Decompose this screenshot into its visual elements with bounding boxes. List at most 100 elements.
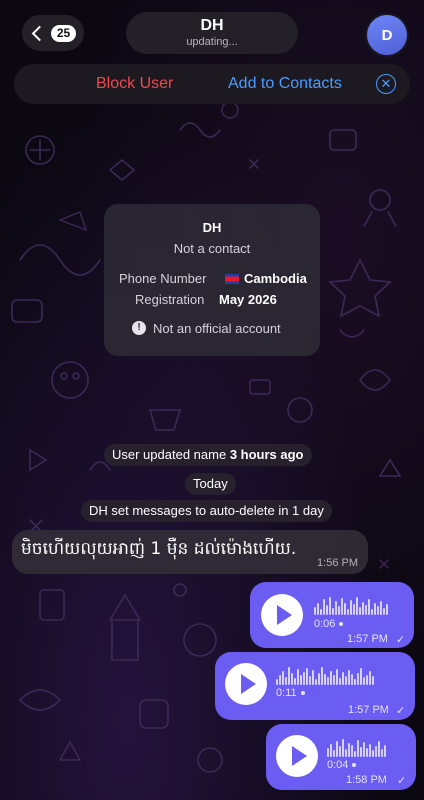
- waveform-bar: [315, 679, 317, 685]
- waveform-bar: [341, 598, 343, 615]
- waveform-bar: [369, 744, 371, 757]
- unplayed-dot: [352, 763, 357, 768]
- waveform-bar: [360, 668, 362, 685]
- waveform-bar: [312, 670, 314, 685]
- voice-duration: 0:06: [314, 618, 344, 630]
- waveform-bar: [348, 670, 350, 685]
- message-text: មិចហើយលុយអាញ់ 1 ម៉ឺន ដល់ម៉ោងហើយ.: [21, 539, 297, 559]
- waveform-bar: [351, 674, 353, 685]
- waveform-bar: [306, 668, 308, 685]
- name-update-time: 3 hours ago: [229, 447, 304, 462]
- waveform-bar: [327, 748, 329, 757]
- waveform-bar: [336, 741, 338, 757]
- unplayed-dot: [339, 622, 344, 627]
- waveform-bar: [375, 746, 377, 757]
- waveform-bar: [338, 606, 340, 615]
- voice-message[interactable]: 0:11 1:57 PM ✓: [215, 652, 415, 720]
- waveform-bar: [368, 599, 370, 615]
- waveform: [327, 737, 386, 757]
- waveform: [314, 595, 388, 615]
- waveform-bar: [297, 669, 299, 685]
- name-update-notice: User updated name 3 hours ago: [104, 444, 312, 466]
- waveform-bar: [314, 607, 316, 615]
- chevron-left-icon: [31, 25, 48, 41]
- waveform-bar: [318, 673, 320, 685]
- waveform-bar: [372, 750, 374, 757]
- date-divider: Today: [185, 473, 236, 495]
- waveform-bar: [309, 676, 311, 685]
- chat-title[interactable]: DH updating...: [126, 12, 298, 54]
- avatar[interactable]: D: [367, 15, 407, 55]
- waveform-bar: [335, 601, 337, 615]
- waveform-bar: [380, 601, 382, 615]
- waveform-bar: [339, 746, 341, 757]
- back-button[interactable]: 25: [22, 15, 84, 51]
- waveform-bar: [378, 741, 380, 757]
- waveform-bar: [345, 749, 347, 757]
- card-contact-subtitle: Not a contact: [173, 241, 251, 256]
- registration-label: Registration: [135, 292, 205, 307]
- waveform-bar: [347, 609, 349, 615]
- waveform-bar: [342, 739, 344, 757]
- waveform-bar: [351, 745, 353, 757]
- waveform-bar: [342, 672, 344, 685]
- waveform-bar: [359, 607, 361, 615]
- waveform: [276, 665, 374, 685]
- waveform-bar: [366, 675, 368, 685]
- waveform-bar: [348, 743, 350, 757]
- voice-time: 1:57 PM: [347, 633, 388, 645]
- waveform-bar: [383, 608, 385, 615]
- contact-action-bar: Block User Add to Contacts ✕: [14, 64, 410, 104]
- name-update-text: User updated name: [112, 447, 227, 462]
- voice-duration: 0:04: [327, 759, 357, 771]
- play-icon[interactable]: [261, 594, 303, 636]
- waveform-bar: [345, 676, 347, 685]
- waveform-bar: [372, 676, 374, 685]
- close-circle-icon[interactable]: ✕: [376, 74, 396, 94]
- waveform-bar: [353, 604, 355, 615]
- waveform-bar: [324, 674, 326, 685]
- add-to-contacts-button[interactable]: Add to Contacts: [228, 75, 342, 93]
- exclamation-circle-icon: !: [132, 321, 146, 335]
- phone-number-label: Phone Number: [119, 271, 207, 286]
- waveform-bar: [279, 675, 281, 685]
- block-user-button[interactable]: Block User: [96, 75, 173, 93]
- waveform-bar: [303, 672, 305, 685]
- waveform-bar: [294, 678, 296, 685]
- waveform-bar: [330, 671, 332, 685]
- incoming-message[interactable]: មិចហើយលុយអាញ់ 1 ម៉ឺន ដល់ម៉ោងហើយ. 1:56 PM: [12, 530, 368, 574]
- waveform-bar: [344, 603, 346, 615]
- read-check-icon: ✓: [396, 705, 406, 717]
- waveform-bar: [339, 678, 341, 685]
- waveform-bar: [360, 747, 362, 757]
- auto-delete-notice: DH set messages to auto-delete in 1 day: [81, 500, 332, 522]
- waveform-bar: [276, 679, 278, 685]
- voice-time: 1:57 PM: [348, 704, 389, 716]
- official-account-warning: Not an official account: [153, 321, 281, 336]
- unplayed-dot: [300, 691, 305, 696]
- waveform-bar: [386, 604, 388, 615]
- voice-message[interactable]: 0:04 1:58 PM ✓: [266, 724, 416, 790]
- waveform-bar: [332, 608, 334, 615]
- waveform-bar: [300, 675, 302, 685]
- waveform-bar: [357, 740, 359, 757]
- contact-name: DH: [200, 17, 224, 34]
- registration-value: May 2026: [219, 292, 277, 307]
- waveform-bar: [354, 751, 356, 757]
- waveform-bar: [354, 679, 356, 685]
- waveform-bar: [333, 750, 335, 757]
- waveform-bar: [336, 669, 338, 685]
- waveform-bar: [282, 671, 284, 685]
- play-icon[interactable]: [276, 735, 318, 777]
- waveform-bar: [326, 605, 328, 615]
- waveform-bar: [321, 667, 323, 685]
- play-icon[interactable]: [225, 663, 267, 705]
- voice-duration: 0:11: [276, 687, 305, 699]
- waveform-bar: [363, 677, 365, 685]
- waveform-bar: [381, 749, 383, 757]
- waveform-bar: [384, 745, 386, 757]
- waveform-bar: [377, 606, 379, 615]
- waveform-bar: [327, 677, 329, 685]
- voice-message[interactable]: 0:06 1:57 PM ✓: [250, 582, 414, 648]
- card-contact-name: DH: [202, 220, 222, 235]
